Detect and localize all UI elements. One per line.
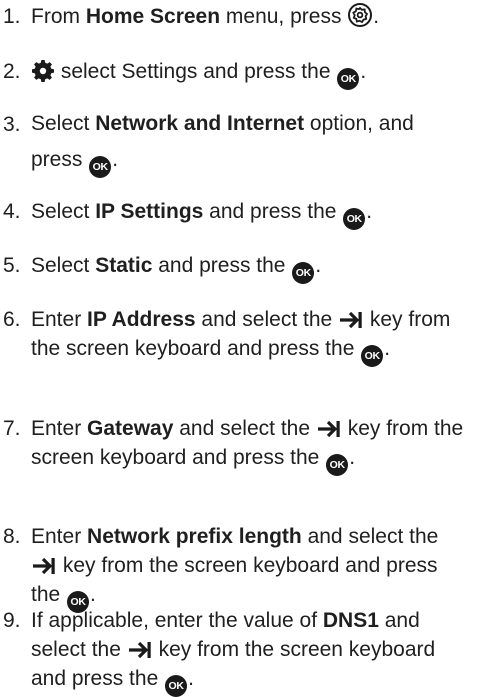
gateway-label: Gateway xyxy=(87,417,174,440)
ok-button-icon: OK xyxy=(165,675,188,697)
step-number: 7. xyxy=(3,417,21,440)
tab-arrow-icon xyxy=(340,311,362,329)
tab-arrow-icon xyxy=(317,420,340,438)
dns1-label: DNS1 xyxy=(322,609,379,632)
network-prefix-length-label: Network prefix length xyxy=(87,525,302,548)
step-number: 1. xyxy=(3,5,21,28)
static-label: Static xyxy=(95,254,153,277)
network-internet-label: Network and Internet xyxy=(95,112,305,135)
settings-gear-circle-icon xyxy=(348,3,373,27)
step-number: 2. xyxy=(3,60,21,83)
ip-address-label: IP Address xyxy=(87,308,196,331)
step-number: 6. xyxy=(3,308,21,331)
ok-button-icon: OK xyxy=(89,156,112,178)
ok-button-icon: OK xyxy=(326,454,349,476)
ok-button-icon: OK xyxy=(337,68,360,90)
tab-arrow-icon xyxy=(33,557,55,575)
ok-button-icon: OK xyxy=(361,345,384,367)
tab-arrow-icon xyxy=(128,641,151,659)
step-number: 8. xyxy=(3,525,21,548)
step-number: 9. xyxy=(3,609,21,632)
ip-settings-label: IP Settings xyxy=(95,200,204,223)
ok-button-icon: OK xyxy=(343,208,366,230)
home-screen-label: Home Screen xyxy=(85,5,221,28)
gear-icon xyxy=(32,60,54,82)
step-number: 3. xyxy=(3,113,21,136)
ok-button-icon: OK xyxy=(292,262,315,284)
step-number: 5. xyxy=(3,254,21,277)
step-number: 4. xyxy=(3,200,21,223)
instruction-list: 1. From Home Screen menu, press . 2. sel… xyxy=(0,0,477,697)
